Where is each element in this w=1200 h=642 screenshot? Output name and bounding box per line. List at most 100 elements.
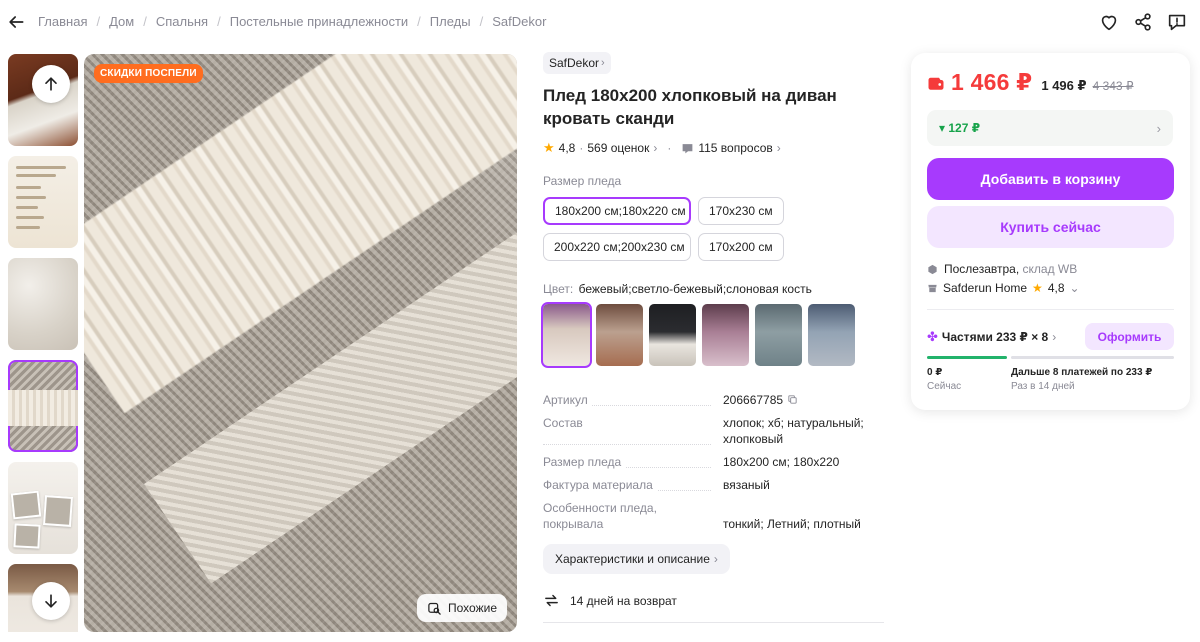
color-swatches bbox=[541, 302, 888, 368]
color-swatch[interactable] bbox=[755, 304, 802, 366]
similar-button[interactable]: Похожие bbox=[417, 594, 507, 622]
rating-line: ★ 4,8 · 569 оценок › · 115 вопросов › bbox=[543, 140, 781, 155]
top-actions bbox=[1098, 11, 1188, 33]
installment-progress-rest bbox=[1011, 356, 1174, 359]
spec-row: Фактура материала вязаный bbox=[543, 477, 888, 493]
color-swatch[interactable] bbox=[702, 304, 749, 366]
share-icon[interactable] bbox=[1132, 11, 1154, 33]
similar-search-icon bbox=[428, 602, 441, 615]
color-line: Цвет: бежевый;светло-бежевый;слоновая ко… bbox=[543, 282, 888, 296]
installments-link[interactable]: ✤ Частями 233 ₽ × 8 › bbox=[927, 329, 1056, 345]
product-page: Главная / Дом / Спальня / Постельные принад… bbox=[0, 0, 1200, 642]
thumbnail-selected[interactable] bbox=[8, 360, 78, 452]
delivery-day: Послезавтра, bbox=[944, 262, 1020, 276]
chevron-right-icon: › bbox=[776, 141, 781, 155]
spec-row: Состав хлопок; хб; натуральный; хлопковы… bbox=[543, 415, 888, 447]
breadcrumb: Главная / Дом / Спальня / Постельные принад… bbox=[38, 14, 547, 29]
breadcrumb-item[interactable]: Постельные принадлежности bbox=[230, 14, 408, 29]
product-info: SafDekor › Плед 180х200 хлопковый на див… bbox=[541, 52, 888, 609]
pay-now: 0 ₽ Сейчас bbox=[927, 366, 961, 394]
arrow-up-icon bbox=[45, 77, 57, 91]
spec-key: Размер пледа bbox=[543, 455, 626, 469]
installment-progress-paid bbox=[927, 356, 1007, 359]
back-arrow-icon[interactable] bbox=[6, 12, 26, 32]
price-with-wallet: 1 466 ₽ bbox=[951, 69, 1033, 95]
heart-icon[interactable] bbox=[1098, 11, 1120, 33]
color-swatch-selected[interactable] bbox=[541, 302, 592, 368]
specs-list: Артикул 206667785 Состав хлопок; хб; нат… bbox=[543, 392, 888, 532]
pay-now-amount: 0 ₽ bbox=[927, 367, 943, 378]
installments-text: Частями 233 ₽ × 8 bbox=[941, 330, 1049, 344]
spec-value: тонкий; Летний; плотный bbox=[723, 517, 861, 531]
thumbnail[interactable] bbox=[8, 258, 78, 350]
thumbnails-down-button[interactable] bbox=[32, 582, 70, 620]
spec-key: Состав bbox=[543, 416, 587, 430]
spec-key: Фактура материала bbox=[543, 478, 657, 492]
spec-key: Артикул bbox=[543, 393, 592, 407]
report-icon[interactable] bbox=[1166, 11, 1188, 33]
buy-now-button[interactable]: Купить сейчас bbox=[927, 206, 1174, 248]
return-policy-text: 14 дней на возврат bbox=[570, 593, 677, 608]
reviews-link[interactable]: 569 оценок bbox=[587, 141, 649, 155]
color-swatch[interactable] bbox=[649, 304, 696, 366]
breadcrumb-item[interactable]: SafDekor bbox=[492, 14, 546, 29]
installments-icon: ✤ bbox=[927, 329, 938, 344]
chevron-right-icon: › bbox=[1156, 120, 1161, 136]
add-to-cart-button[interactable]: Добавить в корзину bbox=[927, 158, 1174, 200]
seller-name: Safderun Home bbox=[943, 281, 1028, 295]
main-product-image[interactable]: СКИДКИ ПОСПЕЛИ Похожие bbox=[84, 54, 517, 632]
thumbnail[interactable] bbox=[8, 156, 78, 248]
thumbnails-up-button[interactable] bbox=[32, 65, 70, 103]
thumbnail-strip bbox=[8, 54, 78, 632]
color-swatch[interactable] bbox=[596, 304, 643, 366]
shop-icon bbox=[928, 284, 937, 292]
size-option[interactable]: 200x220 см;200x230 см bbox=[543, 233, 691, 261]
breadcrumb-item[interactable]: Спальня bbox=[156, 14, 208, 29]
spec-value: вязаный bbox=[723, 478, 770, 492]
size-option-selected[interactable]: 180x200 см;180x220 см bbox=[543, 197, 691, 225]
wallet-icon bbox=[928, 77, 944, 90]
delivery-info: Послезавтра, склад WB bbox=[927, 262, 1077, 276]
star-icon: ★ bbox=[543, 140, 555, 155]
chevron-right-icon: › bbox=[601, 57, 605, 69]
spec-row: Размер пледа 180x200 см; 180x220 bbox=[543, 454, 888, 470]
rating-value: 4,8 bbox=[558, 141, 576, 155]
box-icon bbox=[928, 264, 937, 274]
spec-value: 206667785 bbox=[723, 393, 784, 407]
thumbnail[interactable] bbox=[8, 462, 78, 554]
product-title: Плед 180х200 хлопковый на диван кровать … bbox=[543, 86, 837, 128]
copy-icon[interactable] bbox=[787, 394, 798, 405]
chevron-right-icon: › bbox=[1052, 330, 1057, 344]
arrow-down-icon bbox=[45, 594, 57, 608]
size-options: 180x200 см;180x220 см 170x230 см 200x220… bbox=[543, 197, 888, 261]
color-value: бежевый;светло-бежевый;слоновая кость bbox=[578, 282, 812, 296]
divider bbox=[927, 309, 1174, 310]
price-without-wallet: 1 496 ₽ bbox=[1041, 78, 1087, 93]
spec-key: Особенности пледа, покрывала bbox=[543, 501, 657, 531]
color-swatch[interactable] bbox=[808, 304, 855, 366]
chevron-right-icon: › bbox=[653, 141, 658, 155]
breadcrumb-item[interactable]: Дом bbox=[109, 14, 134, 29]
top-bar: Главная / Дом / Спальня / Постельные принад… bbox=[0, 0, 1200, 44]
pay-later-amount: Дальше 8 платежей по 233 ₽ bbox=[1011, 367, 1153, 378]
divider bbox=[543, 622, 884, 623]
brand-chip[interactable]: SafDekor › bbox=[543, 52, 611, 74]
size-label: Размер пледа bbox=[543, 174, 622, 188]
order-installments-button[interactable]: Оформить bbox=[1085, 323, 1174, 350]
brand-name: SafDekor bbox=[549, 56, 600, 70]
cashback-row[interactable]: ▾ 127 ₽ › bbox=[927, 110, 1173, 146]
size-option[interactable]: 170x230 см bbox=[698, 197, 784, 225]
breadcrumb-item[interactable]: Пледы bbox=[430, 14, 471, 29]
buy-card: 1 466 ₽ 1 496 ₽ 4 343 ₽ ▾ 127 ₽ › Добави… bbox=[911, 53, 1190, 410]
characteristics-button[interactable]: Характеристики и описание › bbox=[543, 544, 730, 574]
sale-badge: СКИДКИ ПОСПЕЛИ bbox=[94, 64, 203, 83]
size-option[interactable]: 170x200 см bbox=[698, 233, 784, 261]
delivery-warehouse: склад WB bbox=[1022, 262, 1078, 276]
questions-link[interactable]: 115 вопросов bbox=[698, 141, 772, 155]
return-arrows-icon bbox=[545, 594, 558, 607]
price-row: 1 466 ₽ 1 496 ₽ 4 343 ₽ bbox=[927, 69, 1134, 96]
breadcrumb-item[interactable]: Главная bbox=[38, 14, 87, 29]
similar-label: Похожие bbox=[448, 601, 497, 615]
pay-later-label: Раз в 14 дней bbox=[1011, 381, 1075, 392]
seller-info[interactable]: Safderun Home ★ 4,8 ⌄ bbox=[927, 281, 1080, 295]
